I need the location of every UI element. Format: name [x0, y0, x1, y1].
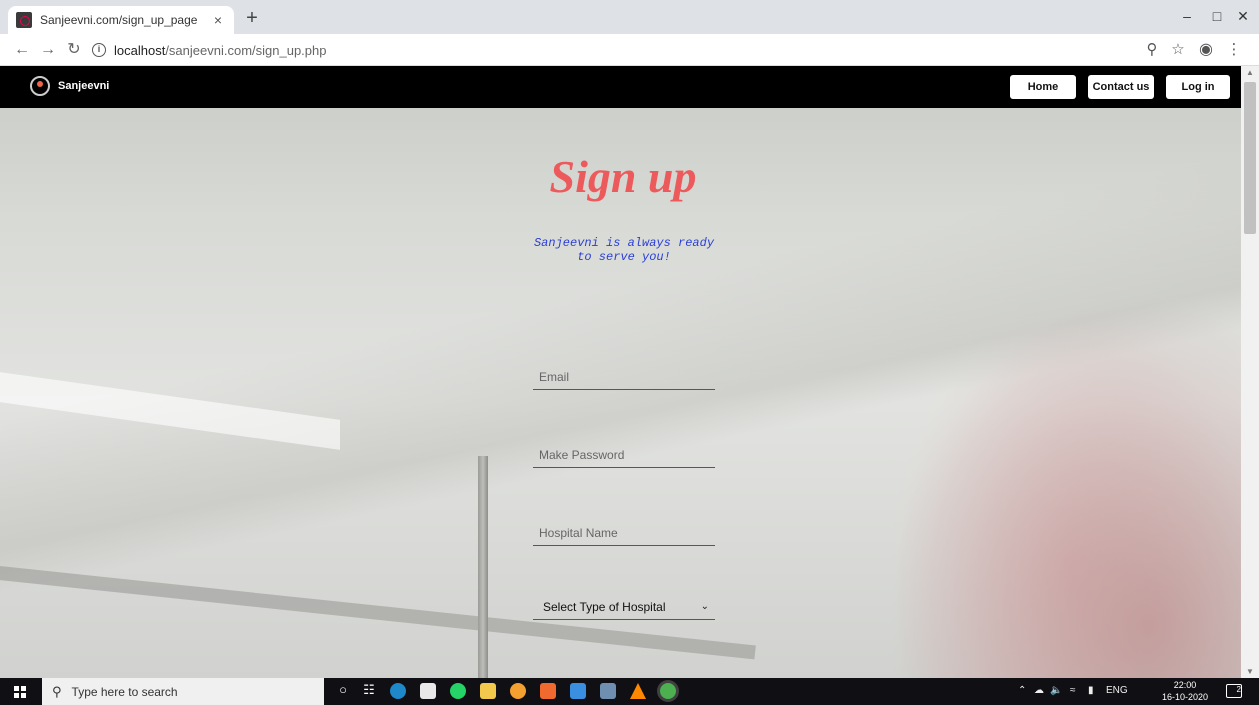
tab-close-icon[interactable]: × — [210, 12, 226, 28]
hospital-address-field[interactable] — [533, 670, 715, 678]
chrome-canary-icon[interactable] — [510, 683, 526, 699]
tab-title: Sanjeevni.com/sign_up_page — [40, 13, 198, 27]
browser-toolbar: ← → ↻ i localhost/sanjeevni.com/sign_up.… — [0, 34, 1259, 66]
close-window-icon[interactable]: ✕ — [1220, 8, 1259, 25]
brand-name[interactable]: Sanjeevni — [58, 80, 109, 92]
edge-icon[interactable] — [390, 683, 406, 699]
scroll-up-icon[interactable]: ▲ — [1245, 68, 1255, 77]
menu-icon[interactable]: ⋮ — [1224, 41, 1244, 59]
scroll-down-icon[interactable]: ▼ — [1245, 667, 1255, 676]
notification-count: 2 — [1236, 685, 1241, 694]
whatsapp-icon[interactable] — [450, 683, 466, 699]
page-scrollbar[interactable]: ▲ ▼ — [1241, 66, 1259, 678]
profile-icon[interactable]: ◉ — [1196, 41, 1216, 59]
taskbar-search[interactable]: ⚲ Type here to search — [42, 678, 324, 705]
battery-icon[interactable]: ▮ — [1088, 685, 1094, 696]
wifi-icon[interactable]: ≈ — [1070, 685, 1076, 696]
background-pole — [478, 456, 488, 678]
system-clock[interactable]: 22:00 16-10-2020 — [1158, 679, 1212, 703]
site-info-icon[interactable]: i — [92, 43, 106, 57]
hospital-type-selected: Select Type of Hospital — [543, 599, 666, 614]
star-icon[interactable]: ☆ — [1168, 41, 1188, 59]
url-host: localhost — [114, 42, 166, 58]
home-button[interactable]: Home — [1010, 75, 1076, 99]
browser-tab[interactable]: Sanjeevni.com/sign_up_page × — [8, 6, 234, 34]
file-explorer-icon[interactable] — [480, 683, 496, 699]
site-navbar: Sanjeevni Home Contact us Log in — [0, 66, 1241, 108]
page-title: Sign up — [549, 151, 697, 202]
browser-tab-strip: Sanjeevni.com/sign_up_page × + – □ ✕ — [0, 0, 1259, 34]
clock-time: 22:00 — [1173, 680, 1197, 690]
notification-icon[interactable]: 2 — [1226, 684, 1242, 698]
tagline: Sanjeevni is always ready to serve you! — [513, 236, 735, 264]
forward-icon[interactable]: → — [38, 40, 58, 60]
url-path: /sanjeevni.com/sign_up.php — [165, 42, 327, 58]
chrome-icon[interactable] — [660, 683, 676, 699]
task-view-icon[interactable]: ☷ — [360, 682, 378, 698]
search-icon: ⚲ — [52, 683, 62, 699]
site-favicon-icon — [16, 12, 32, 28]
volume-icon[interactable]: 🔈 — [1050, 685, 1062, 696]
address-bar[interactable]: i localhost/sanjeevni.com/sign_up.php — [92, 37, 1172, 63]
zoom-icon[interactable]: ⚲ — [1142, 41, 1162, 59]
language-indicator[interactable]: ENG — [1106, 685, 1128, 696]
background-lamp — [0, 372, 340, 450]
tagline-line-1: Sanjeevni is always ready — [533, 236, 715, 250]
notepad-icon[interactable] — [600, 683, 616, 699]
cortana-icon[interactable]: ○ — [334, 682, 352, 697]
xampp-icon[interactable] — [540, 683, 556, 699]
scroll-thumb[interactable] — [1244, 82, 1256, 234]
page-viewport: Sanjeevni Home Contact us Log in Sign up… — [0, 66, 1259, 678]
windows-taskbar: ⚲ Type here to search ○ ☷ ⌃ ☁ 🔈 ≈ ▮ ENG … — [0, 678, 1259, 705]
email-field[interactable] — [533, 364, 715, 390]
stethoscope-logo-icon[interactable] — [30, 76, 50, 96]
reload-icon[interactable]: ↻ — [64, 40, 84, 60]
tray-chevron-icon[interactable]: ⌃ — [1018, 685, 1026, 696]
hospital-type-select[interactable]: Select Type of Hospital ⌄ — [533, 594, 715, 620]
tagline-line-2: to serve you! — [577, 250, 671, 264]
taskbar-search-placeholder: Type here to search — [71, 684, 178, 699]
new-tab-button[interactable]: + — [240, 8, 264, 28]
contact-us-button[interactable]: Contact us — [1088, 75, 1154, 99]
app-icon[interactable] — [570, 683, 586, 699]
clock-date: 16-10-2020 — [1161, 692, 1209, 702]
hospital-name-field[interactable] — [533, 520, 715, 546]
windows-start-icon[interactable] — [14, 686, 26, 698]
vlc-icon[interactable] — [630, 683, 646, 699]
onedrive-icon[interactable]: ☁ — [1034, 685, 1044, 696]
password-field[interactable] — [533, 442, 715, 468]
log-in-button[interactable]: Log in — [1166, 75, 1230, 99]
store-icon[interactable] — [420, 683, 436, 699]
back-icon[interactable]: ← — [12, 40, 32, 60]
chevron-down-icon: ⌄ — [700, 601, 709, 612]
